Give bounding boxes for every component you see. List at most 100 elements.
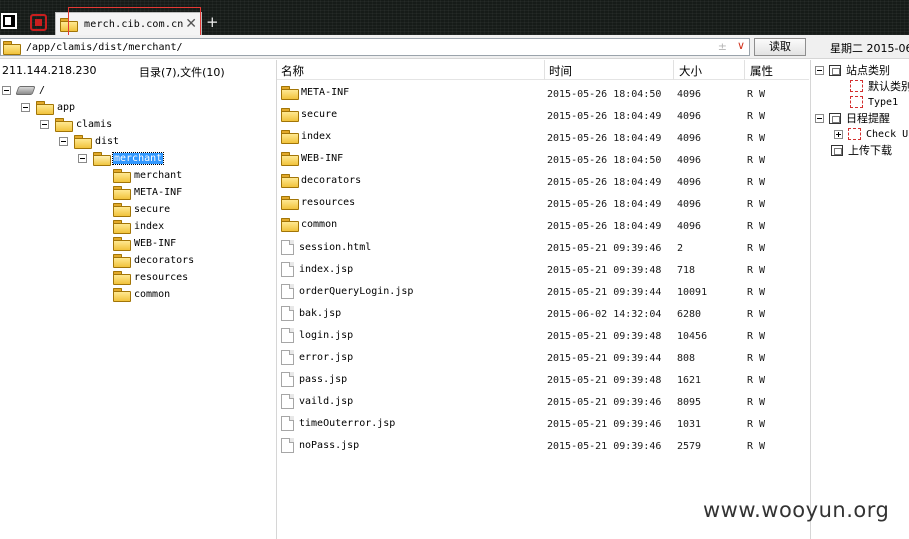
table-row[interactable]: decorators 2015-05-26 18:04:49 4096 R W bbox=[277, 170, 809, 192]
table-row[interactable]: index 2015-05-26 18:04:49 4096 R W bbox=[277, 126, 809, 148]
file-size: 6280 bbox=[677, 309, 702, 320]
folder-icon bbox=[74, 135, 92, 149]
table-row[interactable]: index.jsp 2015-05-21 09:39:48 718 R W bbox=[277, 258, 809, 280]
folder-icon bbox=[281, 218, 299, 232]
file-list-header: 名称 时间 大小 属性 bbox=[277, 60, 809, 80]
file-name: timeOuterror.jsp bbox=[299, 418, 396, 429]
file-time: 2015-05-21 09:39:44 bbox=[547, 287, 662, 298]
folder-icon bbox=[55, 118, 73, 132]
column-separator[interactable] bbox=[673, 60, 674, 80]
tree-node[interactable]: app bbox=[21, 99, 76, 115]
file-attr: R W bbox=[747, 287, 766, 298]
table-row[interactable]: pass.jsp 2015-05-21 09:39:48 1621 R W bbox=[277, 368, 809, 390]
collapse-icon[interactable] bbox=[2, 85, 11, 95]
file-icon bbox=[281, 306, 294, 321]
column-header-name[interactable]: 名称 bbox=[277, 63, 304, 79]
folder-icon bbox=[36, 101, 54, 115]
expand-icon[interactable] bbox=[834, 129, 843, 139]
tree-node[interactable]: merchant bbox=[78, 150, 165, 166]
transfer-icon bbox=[831, 144, 843, 156]
left-status-row: 211.144.218.230 目录(7),文件(10) bbox=[0, 60, 277, 80]
category-icon bbox=[850, 96, 863, 108]
type1-node[interactable]: Type1 bbox=[850, 94, 898, 110]
file-icon bbox=[281, 240, 294, 255]
tree-node[interactable]: secure bbox=[113, 201, 171, 217]
tree-node[interactable]: WEB-INF bbox=[113, 235, 177, 251]
column-header-attr[interactable]: 属性 bbox=[746, 63, 773, 79]
collapse-icon[interactable] bbox=[78, 153, 87, 163]
file-name-cell: timeOuterror.jsp bbox=[281, 416, 395, 431]
table-row[interactable]: timeOuterror.jsp 2015-05-21 09:39:46 103… bbox=[277, 412, 809, 434]
folder-icon bbox=[113, 169, 131, 183]
tree-node[interactable]: resources bbox=[113, 269, 189, 285]
file-name-cell: WEB-INF bbox=[281, 152, 344, 166]
collapse-icon[interactable] bbox=[815, 65, 824, 75]
tree-node-label: secure bbox=[134, 203, 171, 215]
table-row[interactable]: login.jsp 2015-05-21 09:39:48 10456 R W bbox=[277, 324, 809, 346]
table-row[interactable]: resources 2015-05-26 18:04:49 4096 R W bbox=[277, 192, 809, 214]
table-row[interactable]: secure 2015-05-26 18:04:49 4096 R W bbox=[277, 104, 809, 126]
column-separator[interactable] bbox=[744, 60, 745, 80]
column-header-size[interactable]: 大小 bbox=[675, 63, 702, 79]
upload-download-label: 上传下载 bbox=[848, 144, 892, 157]
file-size: 4096 bbox=[677, 177, 702, 188]
table-row[interactable]: common 2015-05-26 18:04:49 4096 R W bbox=[277, 214, 809, 236]
file-time: 2015-06-02 14:32:04 bbox=[547, 309, 662, 320]
file-attr: R W bbox=[747, 375, 766, 386]
file-time: 2015-05-26 18:04:49 bbox=[547, 221, 662, 232]
file-size: 808 bbox=[677, 353, 696, 364]
site-category-node[interactable]: 站点类别 bbox=[815, 62, 890, 78]
reminder-icon bbox=[848, 128, 861, 140]
tree-node[interactable]: META-INF bbox=[113, 184, 183, 200]
app-logo-icon[interactable] bbox=[1, 13, 17, 29]
collapse-icon[interactable] bbox=[59, 136, 68, 146]
file-name-cell: login.jsp bbox=[281, 328, 353, 343]
chevron-down-icon[interactable]: ∨ bbox=[737, 39, 745, 52]
file-time: 2015-05-21 09:39:48 bbox=[547, 331, 662, 342]
file-icon bbox=[281, 372, 294, 387]
column-header-time[interactable]: 时间 bbox=[545, 63, 572, 79]
file-time: 2015-05-21 09:39:48 bbox=[547, 265, 662, 276]
item-count: 目录(7),文件(10) bbox=[139, 66, 225, 79]
path-input[interactable]: /app/clamis/dist/merchant/ ± ∨ bbox=[0, 38, 750, 56]
tree-node[interactable]: clamis bbox=[40, 116, 113, 132]
tree-node[interactable]: decorators bbox=[113, 252, 195, 268]
tree-node[interactable]: index bbox=[113, 218, 165, 234]
collapse-icon[interactable] bbox=[40, 119, 49, 129]
record-icon[interactable] bbox=[30, 14, 47, 31]
table-row[interactable]: META-INF 2015-05-26 18:04:50 4096 R W bbox=[277, 82, 809, 104]
file-time: 2015-05-21 09:39:46 bbox=[547, 419, 662, 430]
table-row[interactable]: WEB-INF 2015-05-26 18:04:50 4096 R W bbox=[277, 148, 809, 170]
table-row[interactable]: bak.jsp 2015-06-02 14:32:04 6280 R W bbox=[277, 302, 809, 324]
tree-node-label-selected: merchant bbox=[111, 151, 165, 165]
file-name: WEB-INF bbox=[301, 152, 344, 164]
default-category-node[interactable]: 默认类别 bbox=[850, 78, 909, 94]
table-row[interactable]: error.jsp 2015-05-21 09:39:44 808 R W bbox=[277, 346, 809, 368]
read-button[interactable]: 读取 bbox=[754, 38, 806, 56]
tree-node[interactable]: merchant bbox=[113, 167, 183, 183]
category-icon bbox=[850, 80, 863, 92]
schedule-node[interactable]: 日程提醒 bbox=[815, 110, 890, 126]
plus-minus-icon[interactable]: ± bbox=[718, 40, 727, 53]
tree-node[interactable]: dist bbox=[59, 133, 120, 149]
upload-download-node[interactable]: 上传下载 bbox=[831, 142, 892, 158]
file-time: 2015-05-26 18:04:50 bbox=[547, 89, 662, 100]
folder-icon bbox=[281, 108, 299, 122]
tree-node-label: index bbox=[134, 220, 165, 232]
tree-node[interactable]: common bbox=[113, 286, 171, 302]
collapse-icon[interactable] bbox=[815, 113, 824, 123]
tree-node[interactable]: / bbox=[2, 82, 46, 98]
check-node[interactable]: Check U bbox=[834, 126, 908, 142]
table-row[interactable]: session.html 2015-05-21 09:39:46 2 R W bbox=[277, 236, 809, 258]
collapse-icon[interactable] bbox=[21, 102, 30, 112]
file-attr: R W bbox=[747, 177, 766, 188]
file-name-cell: index.jsp bbox=[281, 262, 353, 277]
file-attr: R W bbox=[747, 221, 766, 232]
file-attr: R W bbox=[747, 353, 766, 364]
table-row[interactable]: orderQueryLogin.jsp 2015-05-21 09:39:44 … bbox=[277, 280, 809, 302]
new-tab-button[interactable]: + bbox=[206, 14, 219, 30]
tree-node-label: clamis bbox=[76, 118, 113, 130]
table-row[interactable]: vaild.jsp 2015-05-21 09:39:46 8095 R W bbox=[277, 390, 809, 412]
file-name: login.jsp bbox=[299, 330, 354, 341]
table-row[interactable]: noPass.jsp 2015-05-21 09:39:46 2579 R W bbox=[277, 434, 809, 456]
